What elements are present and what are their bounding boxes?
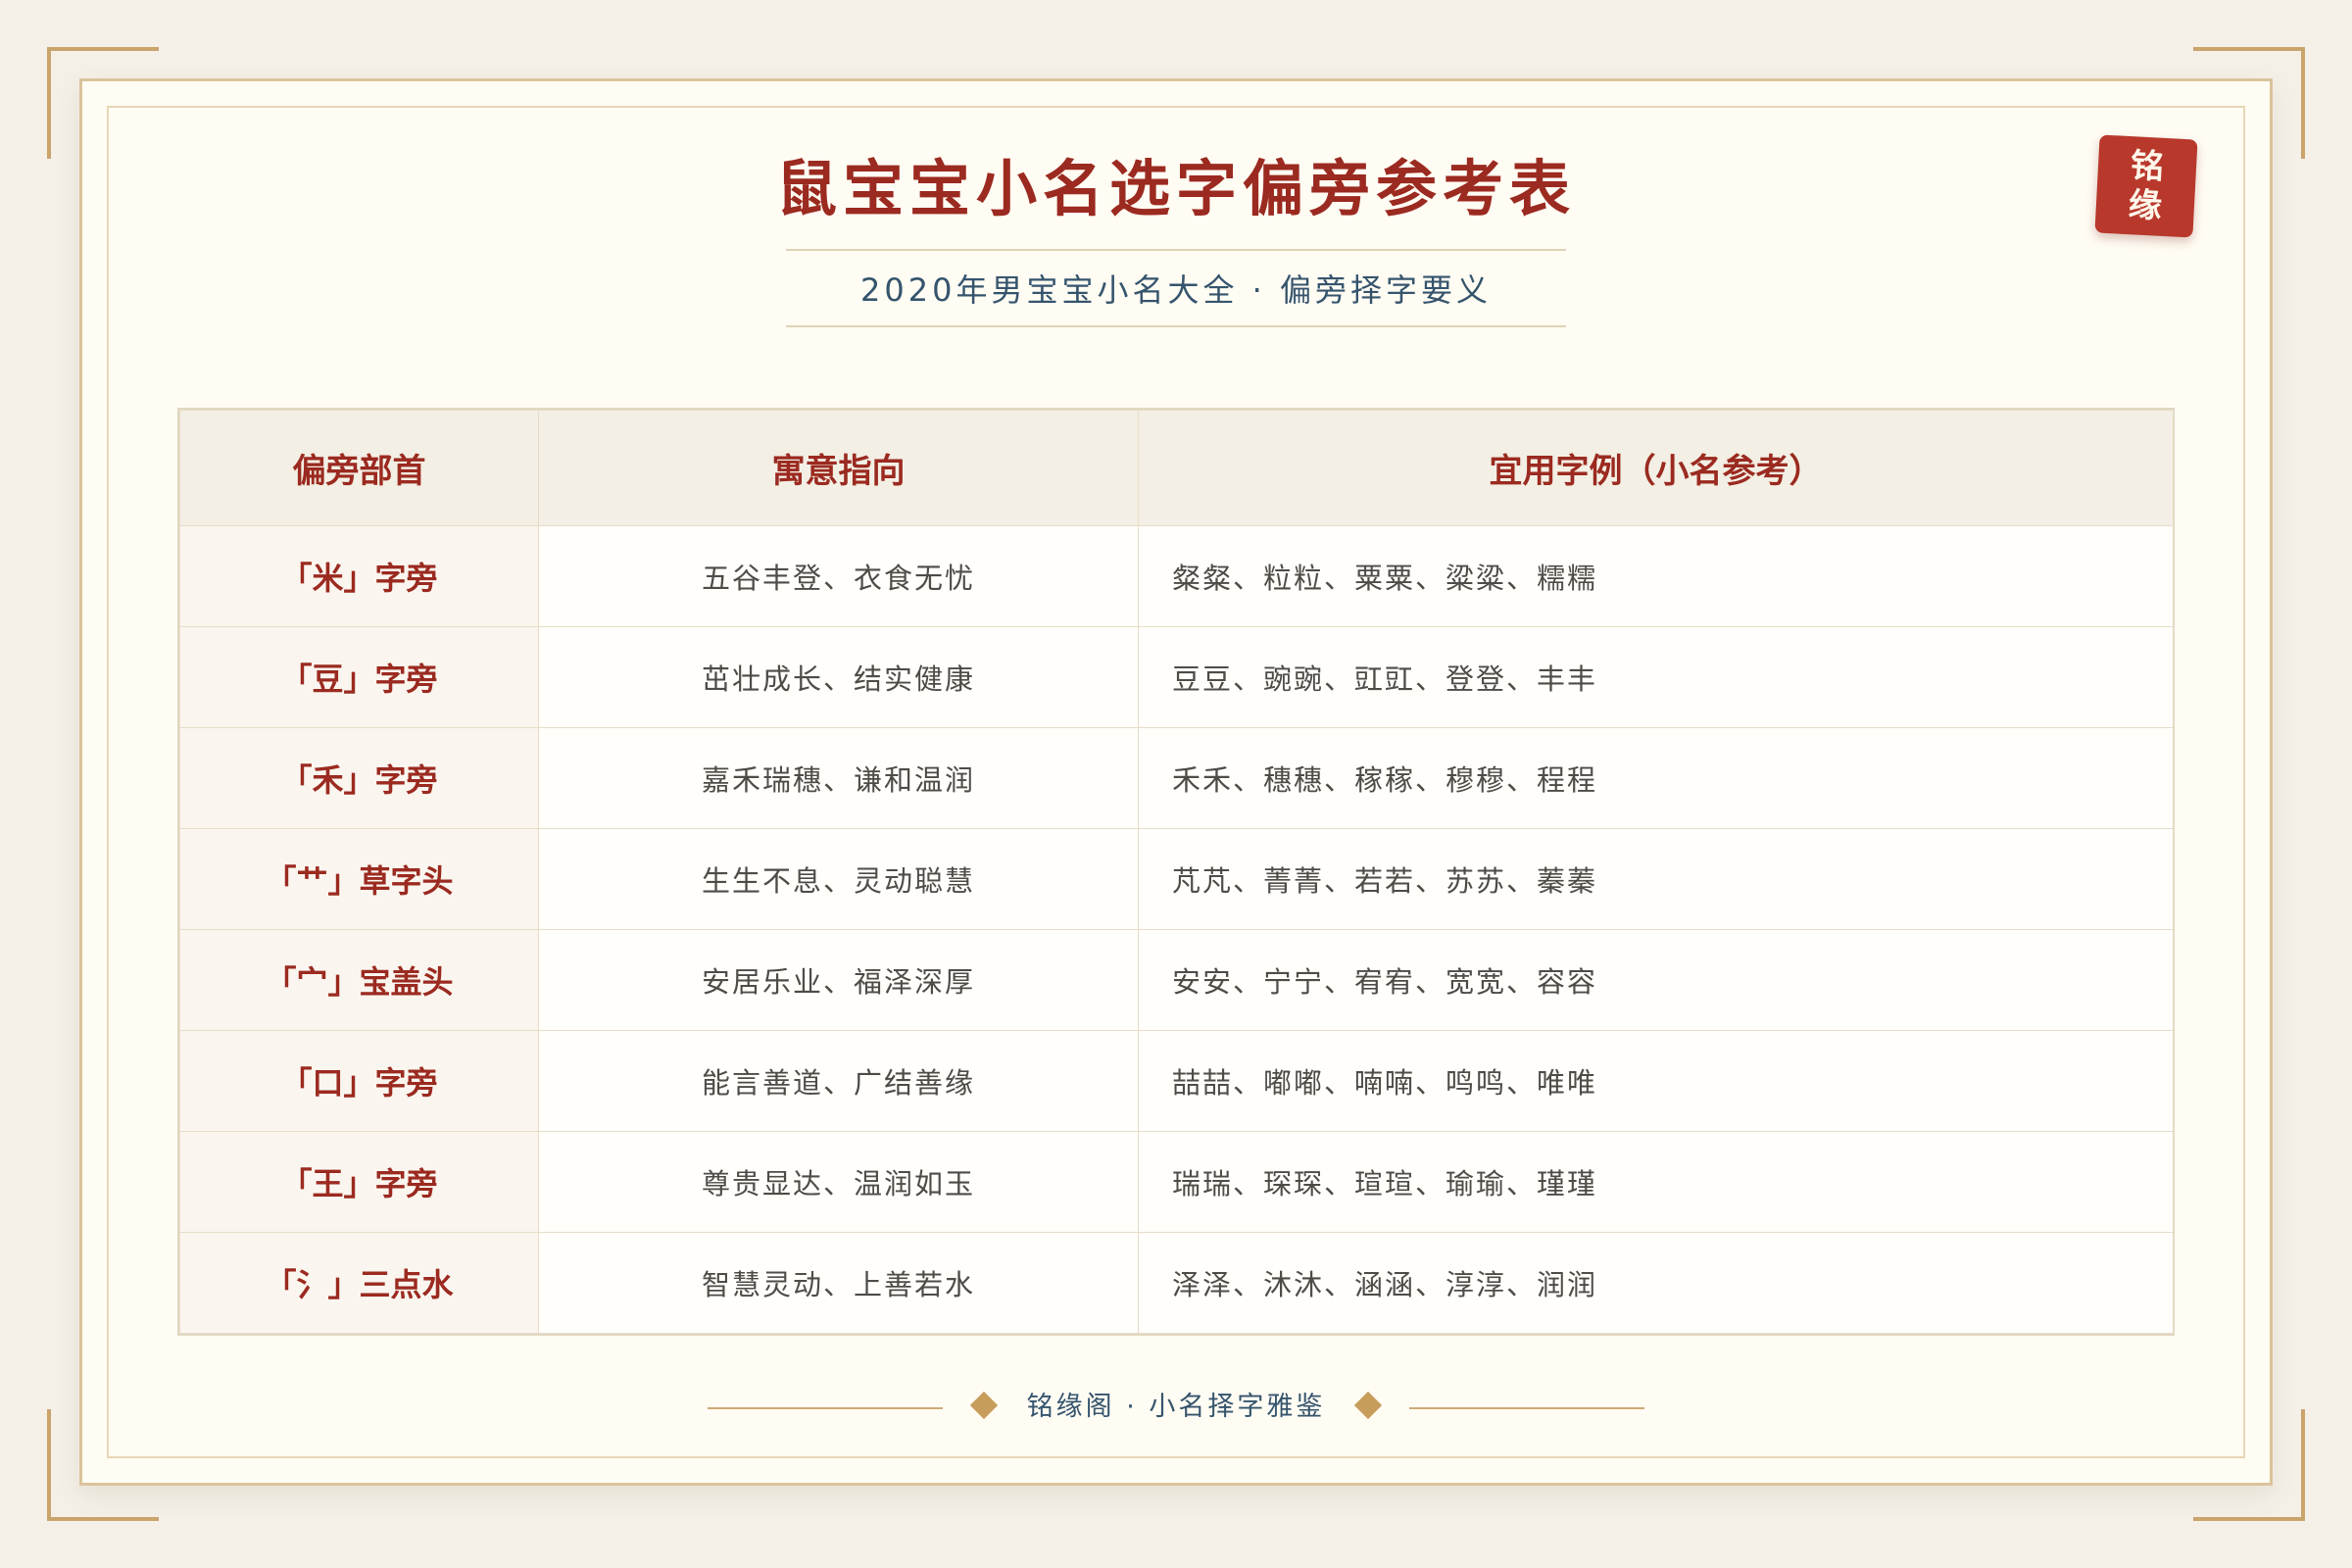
examples-cell: 粲粲、粒粒、粟粟、粱粱、糯糯 [1138,525,2174,627]
table-row: 「王」字旁 尊贵显达、温润如玉 瑞瑞、琛琛、瑄瑄、瑜瑜、瑾瑾 [179,1131,2174,1233]
footer-caption: 铭缘阁 · 小名择字雅鉴 [1026,1392,1326,1422]
table-row: 「氵」三点水 智慧灵动、上善若水 泽泽、沐沐、涵涵、淳淳、润润 [179,1232,2174,1334]
table-header-row: 偏旁部首 寓意指向 宜用字例（小名参考） [179,410,2174,526]
table-row: 「米」字旁 五谷丰登、衣食无忧 粲粲、粒粒、粟粟、粱粱、糯糯 [179,525,2174,627]
examples-cell: 喆喆、嘟嘟、喃喃、鸣鸣、唯唯 [1138,1030,2174,1132]
page-subtitle: 2020年男宝宝小名大全 · 偏旁择字要义 [860,271,1492,309]
radical-cell: 「禾」字旁 [179,727,539,829]
meaning-cell: 能言善道、广结善缘 [538,1030,1139,1132]
examples-cell: 泽泽、沐沐、涵涵、淳淳、润润 [1138,1232,2174,1334]
examples-column-header: 宜用字例（小名参考） [1138,410,2174,526]
radical-column-header: 偏旁部首 [179,410,539,526]
meaning-cell: 生生不息、灵动聪慧 [538,828,1139,930]
diamond-icon [969,1391,999,1420]
table-row: 「宀」宝盖头 安居乐业、福泽深厚 安安、宁宁、宥宥、宽宽、容容 [179,929,2174,1031]
radical-cell: 「豆」字旁 [179,626,539,728]
meaning-cell: 嘉禾瑞穗、谦和温润 [538,727,1139,829]
meaning-column-header: 寓意指向 [538,410,1139,526]
radical-cell: 「氵」三点水 [179,1232,539,1334]
radical-cell: 「米」字旁 [179,525,539,627]
radical-reference-table: 偏旁部首 寓意指向 宜用字例（小名参考） 「米」字旁 五谷丰登、衣食无忧 粲粲、… [179,410,2174,1334]
examples-cell: 瑞瑞、琛琛、瑄瑄、瑜瑜、瑾瑾 [1138,1131,2174,1233]
radical-cell: 「口」字旁 [179,1030,539,1132]
radical-cell: 「王」字旁 [179,1131,539,1233]
radical-cell: 「艹」草字头 [179,828,539,930]
meaning-cell: 五谷丰登、衣食无忧 [538,525,1139,627]
examples-cell: 禾禾、穗穗、稼稼、穆穆、程程 [1138,727,2174,829]
radical-cell: 「宀」宝盖头 [179,929,539,1031]
meaning-cell: 安居乐业、福泽深厚 [538,929,1139,1031]
footer-ornament: 铭缘阁 · 小名择字雅鉴 [0,1382,2352,1433]
page-title: 鼠宝宝小名选字偏旁参考表 [775,153,1576,224]
table-row: 「豆」字旁 茁壮成长、结实健康 豆豆、豌豌、豇豇、登登、丰丰 [179,626,2174,728]
table-row: 「禾」字旁 嘉禾瑞穗、谦和温润 禾禾、穗穗、稼稼、穆穆、程程 [179,727,2174,829]
diamond-icon [1353,1391,1383,1420]
examples-cell: 安安、宁宁、宥宥、宽宽、容容 [1138,929,2174,1031]
radical-reference-table-container: 偏旁部首 寓意指向 宜用字例（小名参考） 「米」字旁 五谷丰登、衣食无忧 粲粲、… [177,408,2175,1336]
table-row: 「口」字旁 能言善道、广结善缘 喆喆、嘟嘟、喃喃、鸣鸣、唯唯 [179,1030,2174,1132]
subtitle-banner: 2020年男宝宝小名大全 · 偏旁择字要义 [786,249,1566,327]
meaning-cell: 智慧灵动、上善若水 [538,1232,1139,1334]
meaning-cell: 尊贵显达、温润如玉 [538,1131,1139,1233]
table-row: 「艹」草字头 生生不息、灵动聪慧 芃芃、菁菁、若若、苏苏、蓁蓁 [179,828,2174,930]
examples-cell: 豆豆、豌豌、豇豇、登登、丰丰 [1138,626,2174,728]
footer-left-rule [708,1407,943,1409]
footer-right-rule [1409,1407,1644,1409]
examples-cell: 芃芃、菁菁、若若、苏苏、蓁蓁 [1138,828,2174,930]
meaning-cell: 茁壮成长、结实健康 [538,626,1139,728]
